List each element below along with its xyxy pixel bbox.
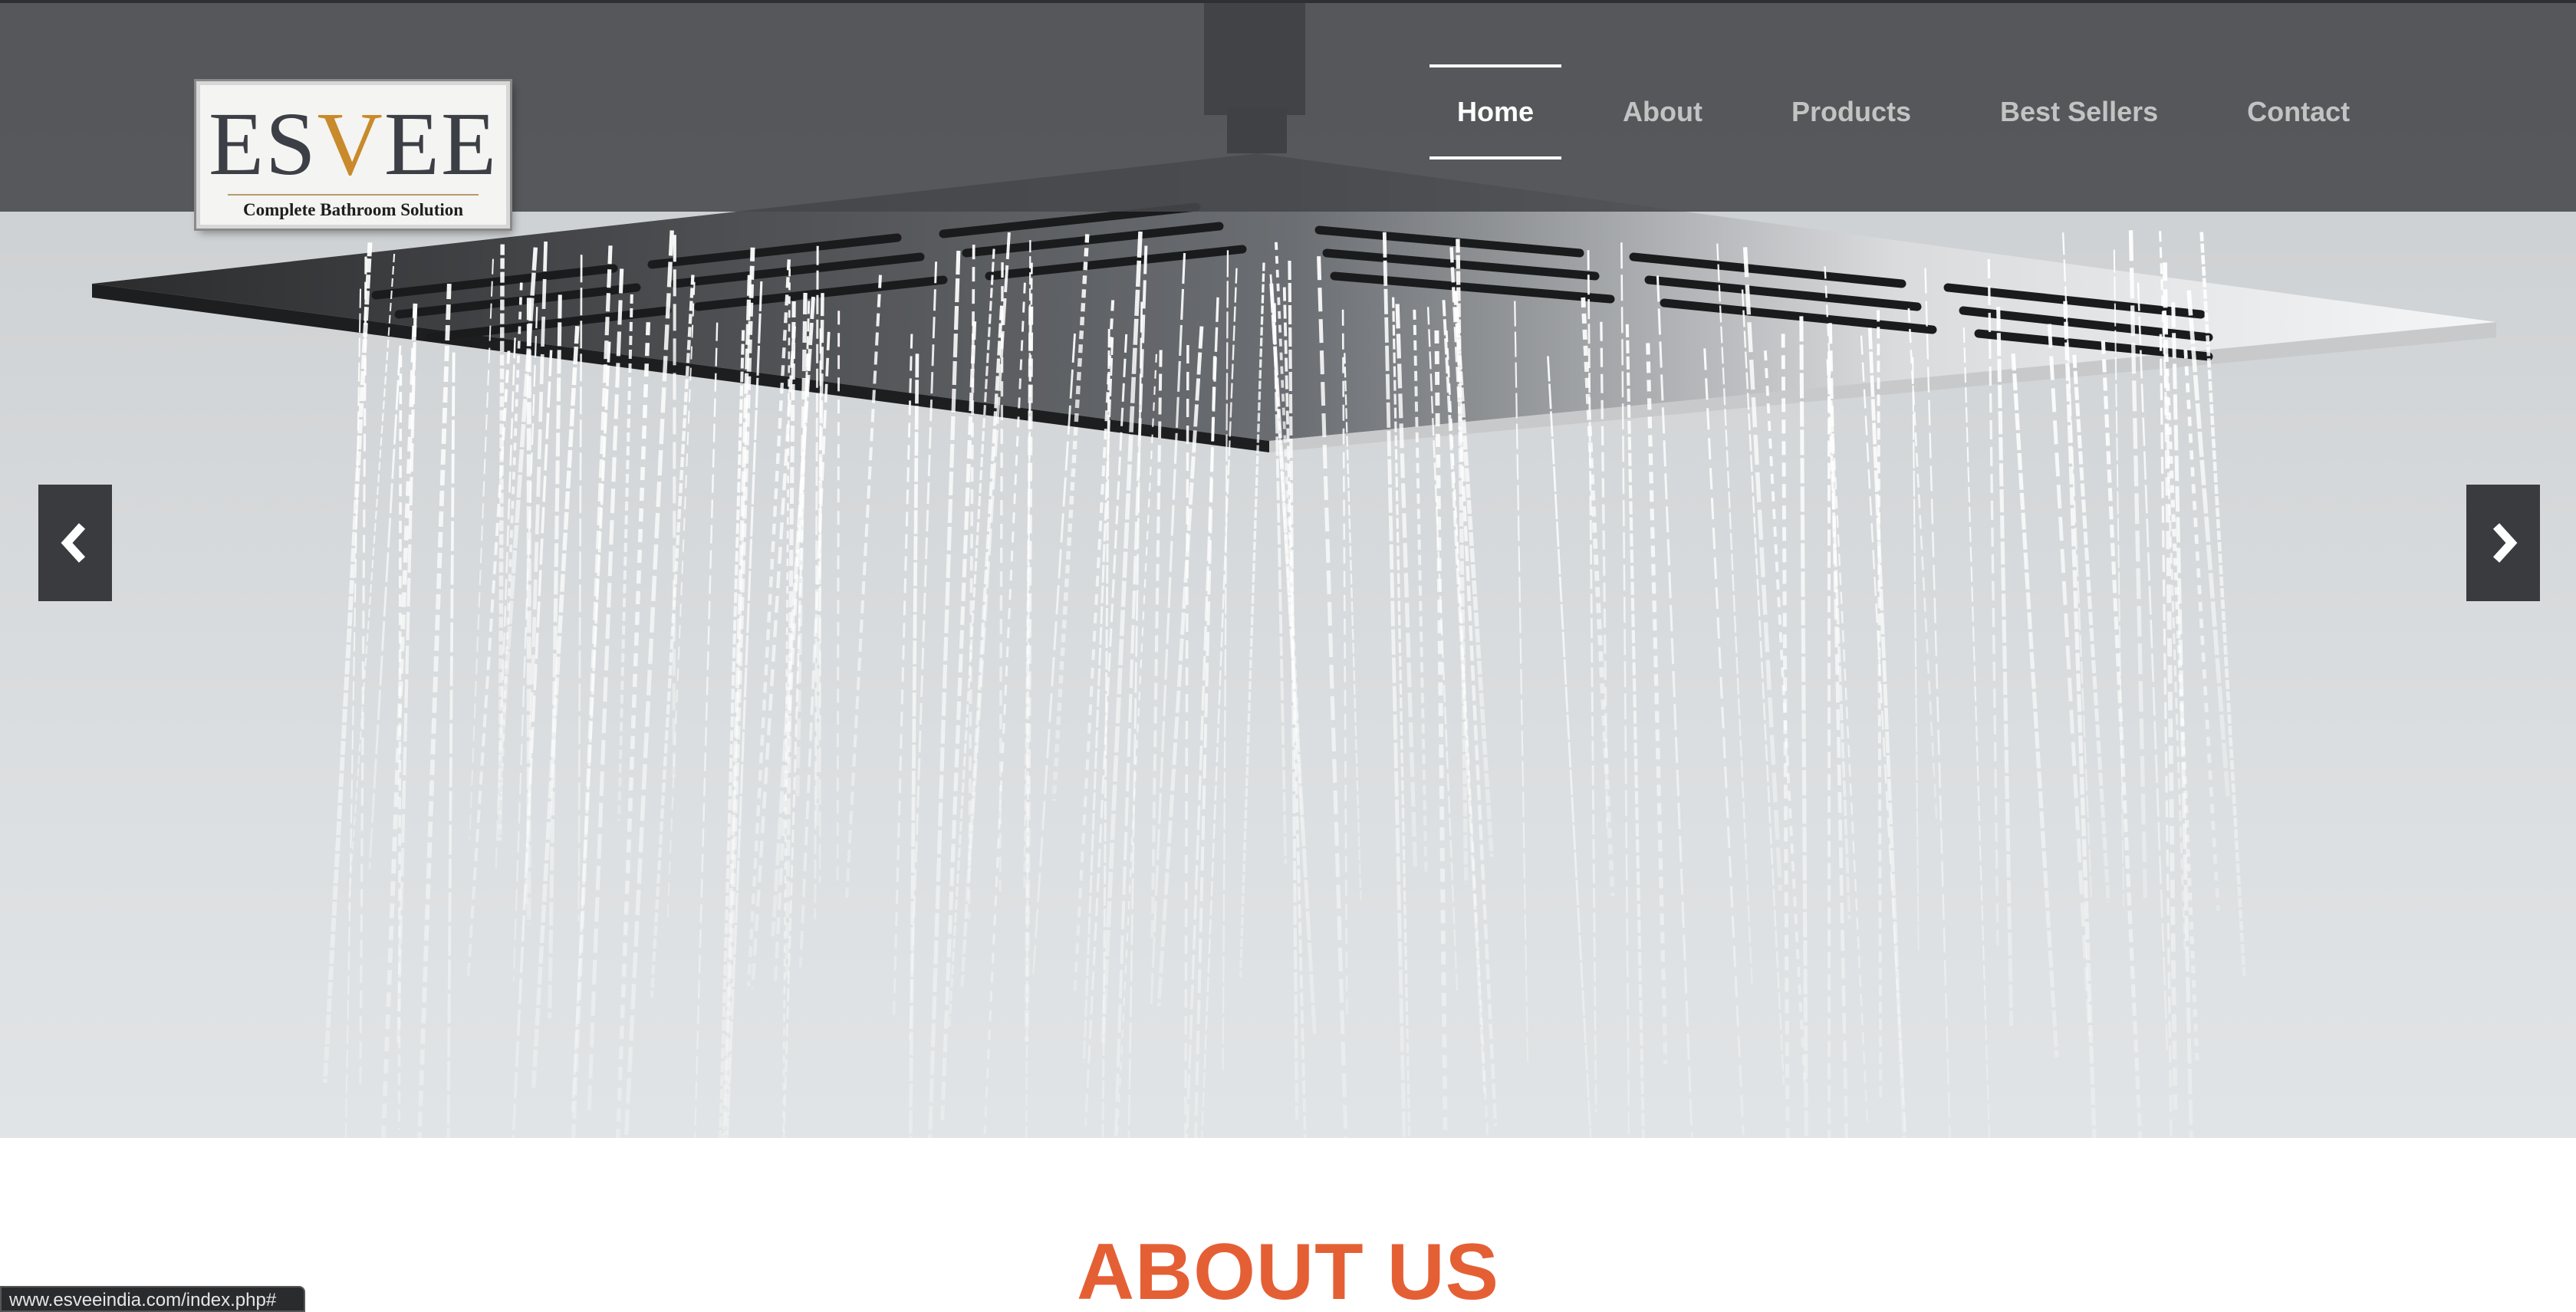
chevron-left-icon — [61, 523, 86, 563]
top-navigation-bar: ESVEE Complete Bathroom Solution Home Ab… — [0, 0, 2576, 229]
nav-contact[interactable]: Contact — [2219, 64, 2377, 159]
slider-prev-button[interactable] — [38, 485, 112, 601]
status-bar-url: www.esveeindia.com/index.php# — [0, 1286, 305, 1312]
logo-tagline: Complete Bathroom Solution — [242, 200, 464, 219]
nav-best-sellers[interactable]: Best Sellers — [1972, 64, 2186, 159]
about-us-heading: ABOUT US — [1076, 1228, 1500, 1312]
nav-products[interactable]: Products — [1764, 64, 1939, 159]
nav-about[interactable]: About — [1595, 64, 1730, 159]
logo-wordmark: ESVEE — [208, 94, 498, 194]
main-nav: Home About Products Best Sellers Contact — [1429, 64, 2411, 159]
brand-logo[interactable]: ESVEE Complete Bathroom Solution — [196, 81, 510, 229]
chevron-right-icon — [2492, 523, 2518, 563]
logo-divider — [228, 194, 479, 196]
slider-next-button[interactable] — [2466, 485, 2540, 601]
nav-home[interactable]: Home — [1429, 64, 1562, 159]
